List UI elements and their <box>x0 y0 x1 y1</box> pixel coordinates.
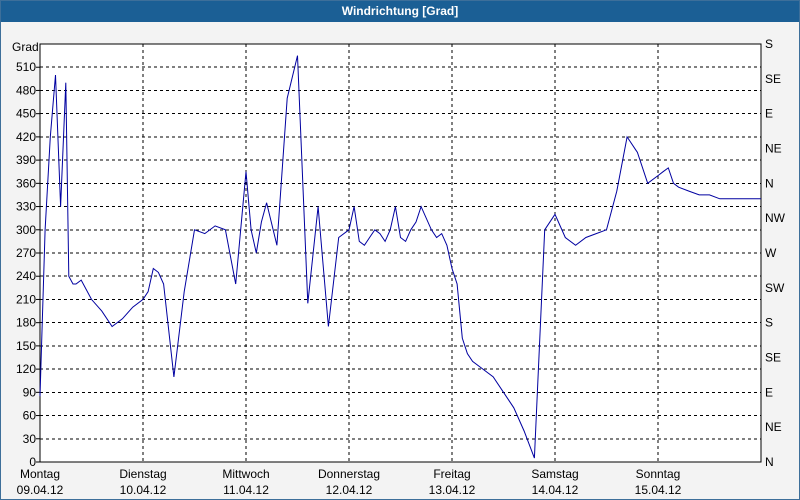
right-tick-label: W <box>765 246 777 260</box>
y-tick-label: 60 <box>23 409 37 423</box>
x-tick-date: 11.04.12 <box>223 483 269 497</box>
right-tick-label: NE <box>765 420 782 434</box>
y-tick-labels: 0306090120150180210240270300330360390420… <box>16 60 40 469</box>
y-tick-label: 210 <box>16 292 36 306</box>
right-tick-label: S <box>765 37 773 51</box>
right-tick-label: S <box>765 316 773 330</box>
x-tick-date: 10.04.12 <box>120 483 167 497</box>
x-tick-labels: Montag 09.04.12 Dienstag 10.04.12 Mittwoch 11… <box>17 467 682 497</box>
y-tick-label: 480 <box>16 83 36 97</box>
x-tick-date: 12.04.12 <box>326 483 373 497</box>
x-tick-day: Freitag <box>433 467 470 481</box>
x-tick-date: 15.04.12 <box>635 483 682 497</box>
x-tick-date: 13.04.12 <box>429 483 476 497</box>
y-tick-label: 390 <box>16 153 36 167</box>
right-tick-label: E <box>765 107 773 121</box>
x-tick-date: 14.04.12 <box>532 483 579 497</box>
right-tick-label: NW <box>765 211 786 225</box>
y-tick-label: 330 <box>16 200 36 214</box>
right-tick-label: E <box>765 385 773 399</box>
y-tick-label: 180 <box>16 316 36 330</box>
y-tick-label: 240 <box>16 269 36 283</box>
x-tick-day: Sonntag <box>636 467 681 481</box>
y-tick-label: 90 <box>23 385 37 399</box>
right-tick-label: N <box>765 455 774 469</box>
right-tick-label: SW <box>765 281 785 295</box>
y-axis-label: Grad <box>12 40 39 54</box>
x-tick-day: Samstag <box>531 467 578 481</box>
x-tick-day: Mittwoch <box>222 467 269 481</box>
y-tick-label: 120 <box>16 362 36 376</box>
x-tick-day: Montag <box>20 467 60 481</box>
y-tick-label: 300 <box>16 223 36 237</box>
y-tick-label: 150 <box>16 339 36 353</box>
right-tick-label: SE <box>765 351 781 365</box>
right-tick-label: N <box>765 176 774 190</box>
x-tick-day: Dienstag <box>119 467 166 481</box>
right-tick-labels: N NE E SE S SW W NW N NE E SE S <box>765 37 786 469</box>
y-tick-label: 510 <box>16 60 36 74</box>
y-tick-label: 450 <box>16 107 36 121</box>
y-tick-label: 30 <box>23 432 37 446</box>
wind-direction-chart: Grad 03060901201501802102402703003303603… <box>12 37 786 497</box>
right-tick-label: SE <box>765 72 781 86</box>
y-tick-label: 360 <box>16 176 36 190</box>
y-tick-label: 420 <box>16 130 36 144</box>
x-tick-day: Donnerstag <box>318 467 380 481</box>
y-tick-label: 270 <box>16 246 36 260</box>
right-tick-label: NE <box>765 142 782 156</box>
x-tick-date: 09.04.12 <box>17 483 64 497</box>
